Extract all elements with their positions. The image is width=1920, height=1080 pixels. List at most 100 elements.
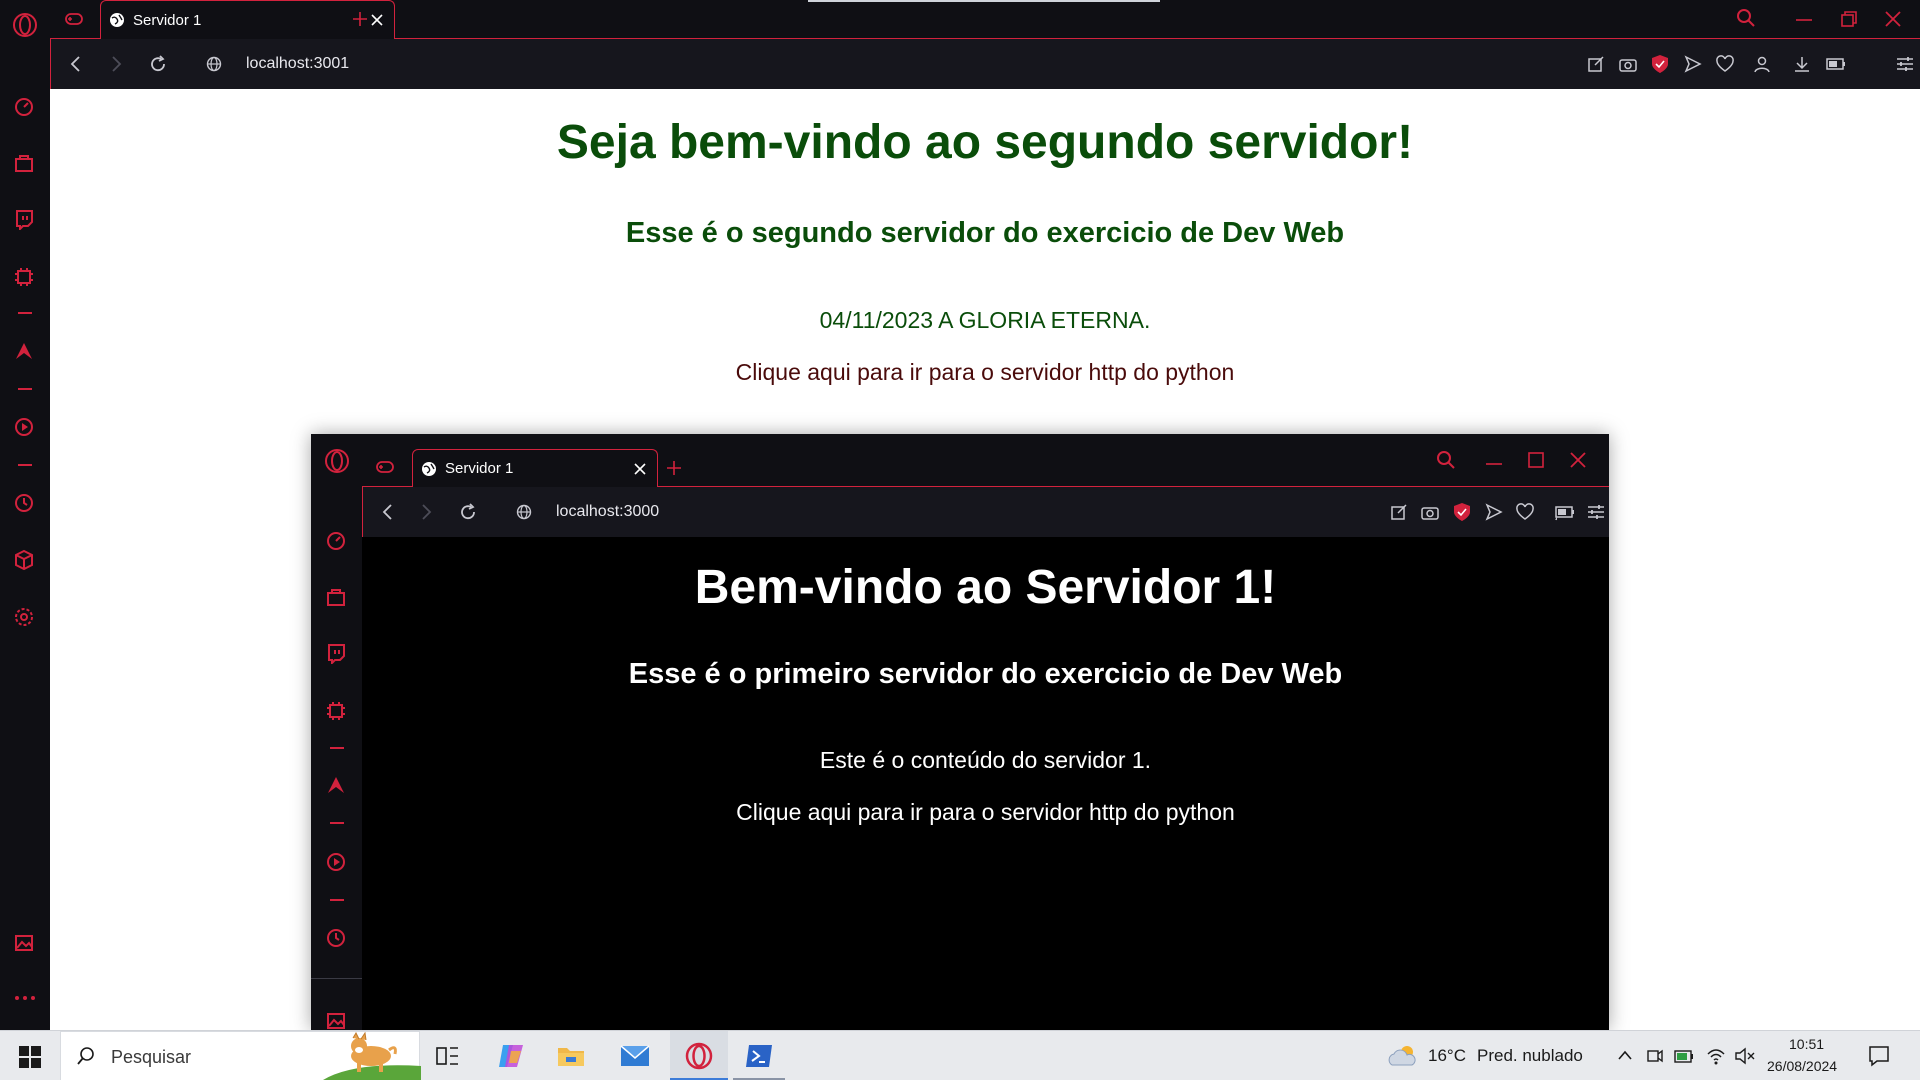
back-icon bbox=[381, 504, 393, 520]
heart-icon bbox=[1516, 503, 1534, 521]
download-icon[interactable] bbox=[1793, 55, 1811, 73]
forward-icon[interactable] bbox=[111, 56, 123, 72]
tab-title: Servidor 1 bbox=[445, 460, 514, 477]
search-icon[interactable] bbox=[1736, 8, 1756, 28]
clock-time[interactable]: 10:51 bbox=[1789, 1036, 1824, 1052]
python-server-link: Clique aqui para ir para o servidor http… bbox=[736, 799, 1235, 825]
address-bar-toolbar: localhost:3000 bbox=[362, 487, 1609, 537]
play-icon[interactable] bbox=[13, 416, 35, 438]
camera-icon bbox=[1421, 503, 1439, 521]
battery-icon[interactable] bbox=[1826, 56, 1846, 72]
close-icon bbox=[1569, 451, 1587, 469]
globe-icon bbox=[109, 12, 125, 28]
sidebar-divider bbox=[330, 899, 344, 901]
page-subheading: Esse é o primeiro servidor do exercicio … bbox=[628, 658, 1343, 690]
send-icon[interactable] bbox=[1684, 55, 1702, 73]
camera-icon[interactable] bbox=[1619, 55, 1637, 73]
python-server-link[interactable]: Clique aqui para ir para o servidor http… bbox=[50, 359, 1920, 386]
sidebar-divider bbox=[18, 388, 32, 390]
page-content: Bem-vindo ao Servidor 1! Esse é o primei… bbox=[362, 537, 1609, 1030]
minimize-icon bbox=[1486, 462, 1502, 466]
opera-logo-icon bbox=[685, 1042, 713, 1070]
image-icon[interactable] bbox=[13, 932, 35, 954]
shield-icon[interactable] bbox=[1651, 54, 1669, 74]
wifi-icon[interactable] bbox=[1706, 1046, 1726, 1066]
aria-icon[interactable] bbox=[13, 340, 35, 362]
play-icon bbox=[325, 851, 347, 873]
twitch-icon bbox=[325, 642, 347, 664]
chip-icon[interactable] bbox=[13, 266, 35, 288]
shield-icon bbox=[1453, 502, 1471, 522]
mail-icon[interactable] bbox=[620, 1045, 650, 1067]
taskbar-search[interactable]: Pesquisar bbox=[60, 1031, 421, 1080]
sidebar-divider bbox=[330, 747, 344, 749]
tab-servidor-1: Servidor 1 bbox=[412, 449, 658, 487]
bag-icon[interactable] bbox=[13, 152, 35, 174]
clock-date[interactable]: 26/08/2024 bbox=[1767, 1058, 1837, 1074]
gamepad-icon[interactable] bbox=[64, 10, 84, 28]
url-text[interactable]: localhost:3001 bbox=[246, 55, 349, 73]
close-icon[interactable] bbox=[1884, 10, 1902, 28]
search-placeholder: Pesquisar bbox=[111, 1047, 192, 1067]
snapshot-icon[interactable] bbox=[1587, 55, 1605, 73]
restore-icon[interactable] bbox=[1840, 10, 1858, 28]
page-subheading: Esse é o segundo servidor do exercicio d… bbox=[625, 217, 1345, 249]
image-icon bbox=[325, 1010, 347, 1030]
maximize-icon bbox=[1527, 451, 1545, 469]
embedded-browser-screenshot: Servidor 1 localhost:3000 Bem-vindo ao S… bbox=[311, 434, 1609, 1030]
globe-icon bbox=[421, 461, 437, 477]
cube-icon[interactable] bbox=[13, 549, 35, 571]
clock-icon[interactable] bbox=[13, 492, 35, 514]
sidebar-divider bbox=[311, 978, 362, 979]
battery-icon[interactable] bbox=[1674, 1046, 1696, 1066]
task-view-icon[interactable] bbox=[436, 1045, 460, 1067]
page-paragraph: Este é o conteúdo do servidor 1. bbox=[819, 747, 1152, 773]
minimize-icon[interactable] bbox=[1796, 18, 1812, 22]
meet-icon[interactable] bbox=[1646, 1046, 1664, 1066]
chevron-up-icon[interactable] bbox=[1617, 1049, 1633, 1061]
twitch-icon[interactable] bbox=[13, 208, 35, 230]
more-icon[interactable] bbox=[14, 994, 36, 1002]
gear-icon[interactable] bbox=[13, 606, 35, 628]
weather-temperature[interactable]: 16°C bbox=[1428, 1046, 1466, 1066]
url-text: localhost:3000 bbox=[556, 503, 660, 520]
tab-servidor-1[interactable]: Servidor 1 bbox=[100, 0, 395, 39]
heart-icon[interactable] bbox=[1716, 55, 1734, 73]
plus-icon[interactable] bbox=[352, 11, 368, 27]
windows-icon[interactable] bbox=[19, 1046, 41, 1068]
weather-description[interactable]: Pred. nublado bbox=[1477, 1046, 1583, 1066]
reload-icon bbox=[459, 503, 477, 521]
sidebar-divider bbox=[18, 312, 32, 314]
notification-icon[interactable] bbox=[1868, 1045, 1890, 1067]
page-heading: Bem-vindo ao Servidor 1! bbox=[694, 561, 1277, 614]
page-paragraph: 04/11/2023 A GLORIA ETERNA. bbox=[819, 307, 1151, 333]
user-icon[interactable] bbox=[1753, 55, 1771, 73]
search-icon bbox=[1436, 450, 1456, 470]
window-drag-indicator bbox=[808, 0, 1160, 2]
globe-icon bbox=[206, 56, 222, 72]
tab-strip: Servidor 1 bbox=[50, 0, 1920, 39]
close-icon[interactable] bbox=[370, 13, 384, 27]
opera-logo-icon bbox=[324, 448, 350, 474]
folder-icon[interactable] bbox=[557, 1044, 585, 1068]
taskbar-opera-active[interactable] bbox=[670, 1031, 728, 1080]
search-icon bbox=[76, 1046, 96, 1066]
snapshot-icon bbox=[1390, 503, 1408, 521]
page-heading: Seja bem-vindo ao segundo servidor! bbox=[556, 116, 1414, 169]
cloud-icon[interactable] bbox=[1387, 1043, 1419, 1067]
plus-icon bbox=[666, 460, 682, 476]
back-icon[interactable] bbox=[69, 56, 81, 72]
browser-sidebar bbox=[0, 0, 50, 1030]
speed-dial-icon bbox=[325, 530, 347, 552]
globe-icon bbox=[516, 504, 532, 520]
bag-icon bbox=[325, 586, 347, 608]
taskbar-terminal[interactable] bbox=[733, 1031, 785, 1080]
opera-logo-icon[interactable] bbox=[12, 12, 38, 38]
reload-icon[interactable] bbox=[149, 55, 167, 73]
tab-title: Servidor 1 bbox=[133, 11, 202, 29]
settings-sliders-icon[interactable] bbox=[1896, 55, 1914, 73]
speed-dial-icon[interactable] bbox=[13, 96, 35, 118]
copilot-icon[interactable] bbox=[497, 1043, 525, 1069]
mute-icon[interactable] bbox=[1734, 1046, 1756, 1066]
settings-sliders-icon bbox=[1587, 503, 1605, 521]
